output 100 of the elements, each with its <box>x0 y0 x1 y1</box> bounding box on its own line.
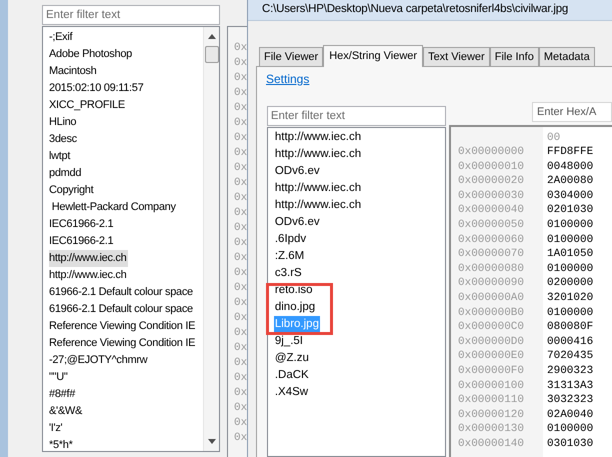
list-item[interactable]: http://www.iec.ch <box>274 180 362 197</box>
list-item[interactable]: HLino <box>49 114 78 131</box>
list-item[interactable]: -27;@EJOTY^chmrw <box>49 352 150 369</box>
offset-label: 0x <box>234 116 247 131</box>
list-item[interactable]: ODv6.ev <box>274 214 321 231</box>
list-item[interactable]: ""U" <box>49 369 70 386</box>
hex-value: 0100000 <box>547 422 594 437</box>
list-item[interactable]: Adobe Photoshop <box>49 46 134 63</box>
list-item[interactable]: XICC_PROFILE <box>49 97 127 114</box>
list-item[interactable]: &'&W& <box>49 403 84 420</box>
hex-value: 0048000 <box>547 160 594 174</box>
tab[interactable]: File Info <box>490 47 539 66</box>
settings-link[interactable]: Settings <box>266 70 310 88</box>
list-item[interactable]: http://www.iec.ch <box>49 250 128 267</box>
list-item[interactable]: 3desc <box>49 131 79 148</box>
list-item[interactable]: Macintosh <box>49 63 98 80</box>
scrollbar-thumb[interactable] <box>205 46 219 63</box>
list-item[interactable]: http://www.iec.ch <box>274 129 362 146</box>
hex-value: 2900323 <box>547 364 594 378</box>
offset-label: 0x00000060 <box>458 232 526 248</box>
list-item[interactable]: Copyright <box>49 182 96 199</box>
list-item[interactable]: .X4Sw <box>274 384 310 401</box>
offset-label: 0x <box>234 41 247 56</box>
tab[interactable]: Metadata <box>538 47 595 66</box>
offset-label: 0x000000F0 <box>458 364 526 378</box>
offset-label: 0x <box>234 371 247 386</box>
list-item[interactable]: reto.iso <box>274 282 314 299</box>
hex-value: 080080F <box>547 320 594 335</box>
offset-label: 0x <box>234 131 247 146</box>
offset-label: 0x00000070 <box>458 247 526 262</box>
offset-label: 0x00000140 <box>458 436 526 452</box>
list-item[interactable]: #8#f# <box>49 386 78 403</box>
offset-label: 0x <box>234 146 247 161</box>
list-item[interactable]: 'I'z' <box>49 420 64 437</box>
list-item[interactable]: -;Exif <box>49 29 74 46</box>
list-item[interactable]: 2015:02:10 09:11:57 <box>49 80 146 97</box>
list-item[interactable]: http://www.iec.ch <box>49 267 128 284</box>
filter-field[interactable]: Enter filter text <box>42 5 220 25</box>
offset-label: 0x00000040 <box>458 203 526 218</box>
hex-value: 2A00080 <box>547 174 594 189</box>
offset-label: 0x <box>234 326 247 341</box>
offset-label: 0x <box>234 356 247 371</box>
highlight-annotation <box>266 283 333 335</box>
list-item[interactable]: Reference Viewing Condition IE <box>49 318 198 335</box>
tab[interactable]: Hex/String Viewer <box>323 45 424 67</box>
hex-search-field[interactable]: Enter Hex/A <box>532 102 612 122</box>
list-item[interactable]: .6Ipdv <box>274 231 308 248</box>
list-item[interactable]: c3.rS <box>274 265 303 282</box>
hex-value: 0304000 <box>547 188 594 204</box>
scroll-up-icon[interactable] <box>208 34 216 39</box>
list-item[interactable]: Reference Viewing Condition IE <box>49 335 198 352</box>
offset-label: 0x000000E0 <box>458 349 526 364</box>
offset-label: 0x <box>234 401 247 416</box>
list-item[interactable]: @Z.zu <box>274 350 310 367</box>
list-item[interactable]: 61966-2.1 Default colour space <box>49 284 195 301</box>
offset-label: 0x <box>234 221 247 236</box>
hex-value: 0201030 <box>547 203 594 218</box>
list-item[interactable]: 9j_.5I <box>274 333 304 350</box>
list-item[interactable]: .DaCK <box>274 367 310 384</box>
offset-label: 0x <box>234 71 247 86</box>
hex-value: 31313A3 <box>547 378 594 394</box>
list-item[interactable]: *5*h* <box>49 437 75 451</box>
tab[interactable]: Text Viewer <box>423 47 490 66</box>
offset-label: 0x <box>234 236 247 251</box>
hex-value: 0000416 <box>547 334 594 350</box>
offset-label: 0x <box>234 86 247 101</box>
hex-value: FFD8FFE <box>547 145 594 160</box>
list-item[interactable]: Hewlett-Packard Company <box>49 199 178 216</box>
hex-value: 0100000 <box>547 218 594 233</box>
list-item[interactable]: ODv6.ev <box>274 163 321 180</box>
offset-label: 0x00000020 <box>458 174 526 189</box>
offset-label: 0x000000C0 <box>458 320 526 335</box>
filter-field[interactable]: Enter filter text <box>266 106 446 126</box>
offset-label: 0x <box>234 56 247 71</box>
tab[interactable]: File Viewer <box>259 47 324 66</box>
offset-label: 0x00000100 <box>458 378 526 394</box>
offset-label: 0x <box>234 266 247 281</box>
list-item[interactable]: http://www.iec.ch <box>274 146 362 163</box>
offset-label: 0x <box>234 281 247 296</box>
list-item[interactable]: :Z.6M <box>274 248 306 265</box>
offset-label: 0x <box>234 296 247 311</box>
list-item[interactable]: http://www.iec.ch <box>274 197 362 214</box>
list-item[interactable]: pdmdd <box>49 165 84 182</box>
list-item[interactable]: IEC61966-2.1 <box>49 216 116 233</box>
offset-label: 0x <box>234 191 247 206</box>
offset-label: 0x <box>234 161 247 176</box>
column-header: 00 <box>547 131 560 145</box>
offset-label: 0x00000130 <box>458 422 526 437</box>
window-title: C:\Users\HP\Desktop\Nueva carpeta\retosniferl4bs\civilwar.jpg <box>262 2 568 18</box>
hex-value: 0100000 <box>547 232 594 248</box>
scroll-down-icon[interactable] <box>208 439 216 444</box>
offset-label: 0x00000120 <box>458 408 526 422</box>
scrollbar[interactable] <box>203 27 219 451</box>
offset-label: 0x00000050 <box>458 218 526 233</box>
offset-label: 0x <box>234 206 247 221</box>
list-item[interactable]: dino.jpg <box>274 299 316 316</box>
list-item[interactable]: IEC61966-2.1 <box>49 233 116 250</box>
list-item[interactable]: 61966-2.1 Default colour space <box>49 301 195 318</box>
offset-label: 0x <box>234 311 247 326</box>
list-item[interactable]: lwtpt <box>49 148 72 165</box>
